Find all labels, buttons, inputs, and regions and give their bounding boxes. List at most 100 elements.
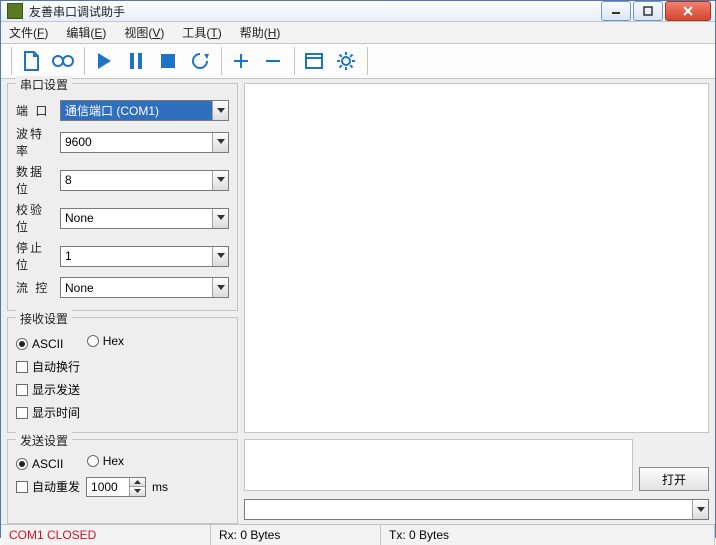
status-tx: Tx: 0 Bytes — [381, 525, 715, 545]
send-textarea[interactable] — [244, 439, 633, 491]
check-showtime-label: 显示时间 — [32, 404, 80, 421]
chevron-down-icon — [212, 278, 228, 297]
toolbar-record[interactable] — [48, 46, 78, 76]
combo-stopbits-value: 1 — [65, 249, 72, 263]
radio-dot-icon — [87, 455, 99, 467]
combo-stopbits[interactable]: 1 — [60, 246, 229, 267]
chevron-down-icon — [212, 209, 228, 228]
label-baud: 波特率 — [16, 125, 56, 159]
checkbox-icon — [16, 384, 28, 396]
close-button[interactable] — [665, 1, 711, 21]
window-icon — [304, 52, 324, 70]
legend-send: 发送设置 — [16, 432, 72, 449]
combo-port-value: 通信端口 (COM1) — [65, 102, 159, 119]
window-buttons — [599, 1, 711, 21]
radio-send-ascii-label: ASCII — [32, 457, 63, 471]
toolbar-window[interactable] — [299, 46, 329, 76]
group-send-settings: 发送设置 ASCII Hex 自动重发 1000 ms — [7, 439, 238, 524]
combo-port[interactable]: 通信端口 (COM1) — [60, 100, 229, 121]
radio-send-hex[interactable]: Hex — [87, 454, 124, 468]
toolbar-play[interactable] — [89, 46, 119, 76]
toolbar-settings[interactable] — [331, 46, 361, 76]
toolbar-plus[interactable] — [226, 46, 256, 76]
label-ms: ms — [152, 480, 168, 494]
refresh-icon — [190, 51, 210, 71]
checkbox-icon — [16, 481, 28, 493]
check-showsend-label: 显示发送 — [32, 381, 80, 398]
document-icon — [21, 50, 41, 72]
toolbar-stop[interactable] — [153, 46, 183, 76]
toolbar-separator — [84, 47, 85, 75]
status-bar: COM1 CLOSED Rx: 0 Bytes Tx: 0 Bytes — [1, 524, 715, 545]
check-autowrap-label: 自动换行 — [32, 358, 80, 375]
checkbox-icon — [16, 407, 28, 419]
radio-recv-ascii-label: ASCII — [32, 337, 63, 351]
radio-dot-icon — [16, 338, 28, 350]
window-title: 友善串口调试助手 — [29, 3, 599, 20]
pause-icon — [128, 51, 144, 71]
menu-help[interactable]: 帮助(H) — [236, 22, 285, 43]
open-button-label: 打开 — [662, 471, 686, 488]
combo-baud[interactable]: 9600 — [60, 132, 229, 153]
app-icon — [7, 3, 23, 19]
stop-icon — [159, 52, 177, 70]
menu-edit[interactable]: 编辑(E) — [62, 22, 110, 43]
radio-recv-ascii[interactable]: ASCII — [16, 337, 63, 351]
send-history-combo[interactable] — [244, 499, 709, 520]
label-stopbits: 停止位 — [16, 239, 56, 273]
client-area: 串口设置 端 口 通信端口 (COM1) 波特率 9600 数据位 8 校验位 — [1, 79, 715, 524]
chevron-down-icon — [212, 101, 228, 120]
label-parity: 校验位 — [16, 201, 56, 235]
check-showsend[interactable]: 显示发送 — [16, 381, 80, 398]
spin-interval[interactable]: 1000 — [86, 477, 146, 497]
menu-file[interactable]: 文件(F) — [5, 22, 52, 43]
chevron-down-icon — [212, 171, 228, 190]
send-right-pane: 打开 — [244, 439, 709, 524]
toolbar-refresh[interactable] — [185, 46, 215, 76]
menu-bar: 文件(F) 编辑(E) 视图(V) 工具(T) 帮助(H) — [1, 22, 715, 44]
group-recv-settings: 接收设置 ASCII Hex 自动换行 显示发送 显示时间 — [7, 317, 238, 433]
lower-row: 发送设置 ASCII Hex 自动重发 1000 ms — [7, 439, 709, 524]
combo-parity[interactable]: None — [60, 208, 229, 229]
toolbar-pause[interactable] — [121, 46, 151, 76]
combo-flow[interactable]: None — [60, 277, 229, 298]
app-window: 友善串口调试助手 文件(F) 编辑(E) 视图(V) 工具(T) 帮助(H) — [0, 0, 716, 538]
toolbar-separator — [221, 47, 222, 75]
maximize-button[interactable] — [633, 1, 663, 21]
combo-baud-value: 9600 — [65, 135, 92, 149]
check-autoresend[interactable]: 自动重发 — [16, 478, 80, 495]
combo-parity-value: None — [65, 211, 94, 225]
open-button[interactable]: 打开 — [639, 467, 709, 491]
combo-databits-value: 8 — [65, 173, 72, 187]
radio-recv-hex-label: Hex — [103, 334, 124, 348]
toolbar-separator — [294, 47, 295, 75]
record-icon — [51, 53, 75, 69]
radio-dot-icon — [87, 335, 99, 347]
spin-up-button[interactable] — [130, 478, 145, 487]
group-serial-settings: 串口设置 端 口 通信端口 (COM1) 波特率 9600 数据位 8 校验位 — [7, 83, 238, 311]
toolbar-new-file[interactable] — [16, 46, 46, 76]
left-column: 串口设置 端 口 通信端口 (COM1) 波特率 9600 数据位 8 校验位 — [7, 83, 238, 433]
toolbar-minus[interactable] — [258, 46, 288, 76]
combo-flow-value: None — [65, 281, 94, 295]
radio-dot-icon — [16, 458, 28, 470]
label-flow: 流 控 — [16, 279, 56, 296]
menu-view[interactable]: 视图(V) — [120, 22, 168, 43]
chevron-down-icon — [212, 133, 228, 152]
upper-row: 串口设置 端 口 通信端口 (COM1) 波特率 9600 数据位 8 校验位 — [7, 83, 709, 433]
title-bar: 友善串口调试助手 — [1, 1, 715, 22]
plus-icon — [232, 52, 250, 70]
receive-textarea[interactable] — [244, 83, 709, 433]
radio-recv-hex[interactable]: Hex — [87, 334, 124, 348]
radio-send-ascii[interactable]: ASCII — [16, 457, 63, 471]
check-autoresend-label: 自动重发 — [32, 478, 80, 495]
check-showtime[interactable]: 显示时间 — [16, 404, 80, 421]
check-autowrap[interactable]: 自动换行 — [16, 358, 80, 375]
label-port: 端 口 — [16, 102, 56, 119]
combo-databits[interactable]: 8 — [60, 170, 229, 191]
spin-down-button[interactable] — [130, 486, 145, 496]
toolbar-separator — [367, 47, 368, 75]
minimize-button[interactable] — [601, 1, 631, 21]
gear-icon — [336, 51, 356, 71]
menu-tools[interactable]: 工具(T) — [178, 22, 225, 43]
